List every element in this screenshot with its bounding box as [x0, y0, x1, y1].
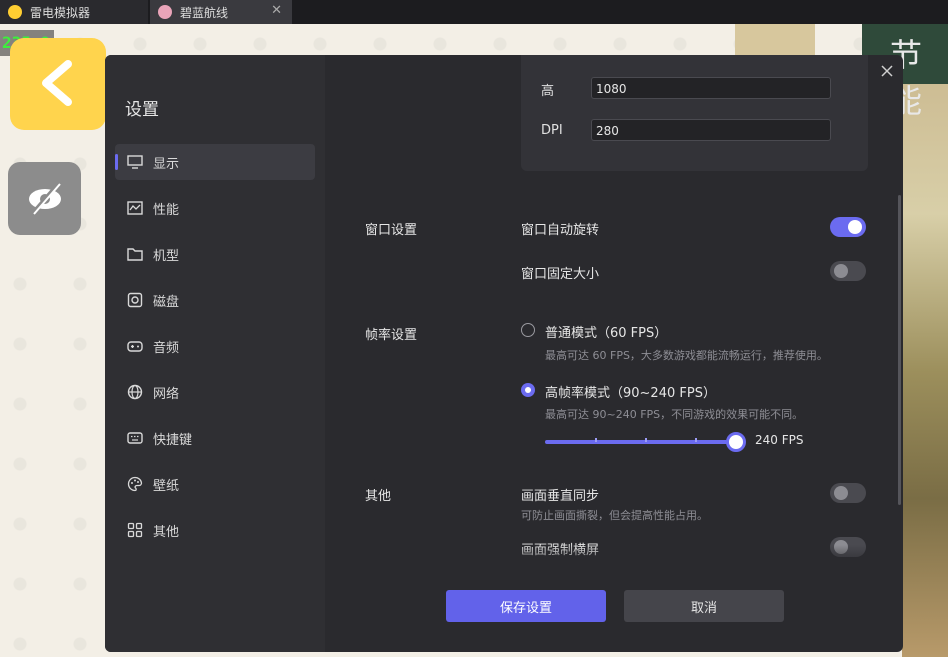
- sidebar-item-label: 显示: [153, 156, 180, 172]
- monitor-icon: [127, 154, 143, 170]
- slider-tick: [595, 438, 597, 442]
- settings-dialog: 设置 显示 性能 机型 磁盘 音频 网络 快捷键 壁纸 其他 高 1080 DP…: [105, 55, 903, 652]
- dpi-label: DPI: [541, 123, 563, 138]
- sidebar-item-label: 网络: [153, 386, 180, 402]
- sidebar-item-label: 壁纸: [153, 478, 180, 494]
- content-fade: [325, 545, 903, 575]
- height-input[interactable]: 1080: [591, 77, 831, 99]
- height-label: 高: [541, 84, 555, 99]
- vsync-desc: 可防止画面撕裂，但会提高性能占用。: [521, 509, 708, 522]
- sidebar-item-hotkeys[interactable]: 快捷键: [115, 420, 315, 456]
- slider-tick: [645, 438, 647, 442]
- sidebar-item-label: 音频: [153, 340, 180, 356]
- close-icon[interactable]: [879, 63, 895, 79]
- tab-emulator[interactable]: 雷电模拟器: [0, 0, 148, 24]
- settings-content: 高 1080 DPI 280 窗口设置 窗口自动旋转 窗口固定大小 帧率设置 普…: [325, 55, 903, 652]
- dpi-input[interactable]: 280: [591, 119, 831, 141]
- toggle-knob: [848, 220, 862, 234]
- sidebar-item-performance[interactable]: 性能: [115, 190, 315, 226]
- sidebar-item-display[interactable]: 显示: [115, 144, 315, 180]
- fps-slider-thumb[interactable]: [726, 432, 746, 452]
- fixed-size-toggle[interactable]: [830, 261, 866, 281]
- high-fps-mode-desc: 最高可达 90~240 FPS，不同游戏的效果可能不同。: [545, 408, 804, 421]
- sidebar-item-network[interactable]: 网络: [115, 374, 315, 410]
- settings-sidebar: 设置 显示 性能 机型 磁盘 音频 网络 快捷键 壁纸 其他: [105, 55, 325, 652]
- vsync-label: 画面垂直同步: [521, 489, 600, 504]
- fps-slider[interactable]: [545, 432, 746, 452]
- normal-mode-radio[interactable]: [521, 323, 535, 337]
- other-settings-label: 其他: [365, 489, 392, 504]
- folder-icon: [127, 246, 143, 262]
- fps-slider-value: 240 FPS: [755, 433, 804, 447]
- sidebar-item-other[interactable]: 其他: [115, 512, 315, 548]
- vsync-toggle[interactable]: [830, 483, 866, 503]
- toggle-knob: [834, 264, 848, 278]
- dialog-title: 设置: [125, 100, 159, 120]
- resolution-panel: [521, 55, 868, 171]
- keyboard-icon: [127, 430, 143, 446]
- auto-rotate-toggle[interactable]: [830, 217, 866, 237]
- high-fps-mode-radio[interactable]: [521, 383, 535, 397]
- tab-emulator-label: 雷电模拟器: [30, 5, 91, 20]
- sidebar-item-label: 快捷键: [153, 432, 193, 448]
- sidebar-item-label: 性能: [153, 202, 180, 218]
- window-settings-label: 窗口设置: [365, 223, 418, 238]
- performance-icon: [127, 200, 143, 216]
- sidebar-item-wallpaper[interactable]: 壁纸: [115, 466, 315, 502]
- globe-icon: [127, 384, 143, 400]
- fixed-size-label: 窗口固定大小: [521, 267, 600, 282]
- chevron-left-icon: [42, 60, 72, 106]
- sidebar-item-audio[interactable]: 音频: [115, 328, 315, 364]
- content-scrollbar[interactable]: [898, 195, 901, 505]
- normal-mode-desc: 最高可达 60 FPS，大多数游戏都能流畅运行，推荐使用。: [545, 349, 828, 362]
- palette-icon: [127, 476, 143, 492]
- hide-ui-button[interactable]: [8, 162, 81, 235]
- normal-mode-label[interactable]: 普通模式（60 FPS）: [545, 322, 667, 341]
- high-fps-mode-label[interactable]: 高帧率模式（90~240 FPS）: [545, 382, 716, 401]
- game-decoration: [735, 24, 815, 56]
- cancel-button[interactable]: 取消: [624, 590, 784, 622]
- tab-close-icon[interactable]: ✕: [271, 3, 282, 18]
- game-avatar-icon: [158, 5, 172, 19]
- eye-off-icon: [29, 182, 61, 216]
- emulator-logo-icon: [8, 5, 22, 19]
- tab-game[interactable]: 碧蓝航线 ✕: [150, 0, 292, 24]
- auto-rotate-label: 窗口自动旋转: [521, 223, 600, 238]
- tab-game-label: 碧蓝航线: [180, 5, 229, 20]
- fps-settings-label: 帧率设置: [365, 328, 418, 343]
- slider-tick: [695, 438, 697, 442]
- sidebar-item-label: 其他: [153, 524, 180, 540]
- sidebar-item-disk[interactable]: 磁盘: [115, 282, 315, 318]
- gamepad-icon: [127, 338, 143, 354]
- active-indicator: [115, 154, 118, 170]
- sidebar-item-model[interactable]: 机型: [115, 236, 315, 272]
- title-tab-bar: 雷电模拟器 碧蓝航线 ✕: [0, 0, 948, 24]
- game-back-button[interactable]: [10, 38, 106, 130]
- sidebar-item-label: 机型: [153, 248, 180, 264]
- toggle-knob: [834, 486, 848, 500]
- grid-icon: [127, 522, 143, 538]
- save-settings-button[interactable]: 保存设置: [446, 590, 606, 622]
- sidebar-item-label: 磁盘: [153, 294, 180, 310]
- disk-icon: [127, 292, 143, 308]
